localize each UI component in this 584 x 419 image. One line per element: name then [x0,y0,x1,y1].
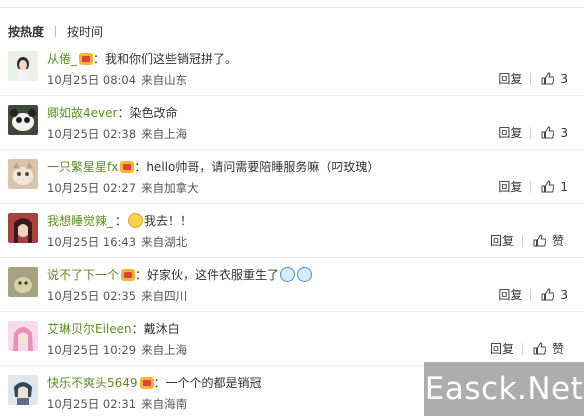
vip-badge-icon [121,268,136,281]
like-label: 赞 [551,234,564,248]
top-divider [0,7,584,8]
sort-by-hot-tab[interactable]: 按热度 [8,23,44,40]
comment-date: 10月25日 02:38 [47,127,137,141]
watermark-text: Easck.Net [424,371,584,407]
thumbs-up-icon [541,126,555,139]
sort-tabs: 按热度 按时间 [8,22,103,40]
like-button[interactable]: 3 [541,72,568,86]
comment-text: ：一个个的都是销冠 [153,376,262,390]
like-count: 3 [560,287,568,302]
username-link[interactable]: 快乐不爽头5649 [47,374,138,391]
sort-divider [55,25,57,37]
comment-date: 10月25日 02:31 [47,397,137,411]
thumbs-up-icon [533,234,546,247]
action-divider [530,180,532,193]
comment-date: 10月25日 02:27 [47,181,137,195]
comment-location: 来自上海 [141,127,188,141]
like-count: 3 [560,125,568,140]
avatar[interactable] [8,105,38,135]
comment-item: 我想睡觉辣_ ： 我去！！ 10月25日 16:43 来自湖北 回复 赞 [0,203,584,257]
like-count: 1 [560,179,568,194]
like-button[interactable]: 赞 [533,232,564,249]
doraemon-emoji-icon [297,267,313,282]
username-link[interactable]: 我想睡觉辣_ [47,212,113,229]
comment-location: 来自山东 [141,73,188,87]
action-divider [521,234,523,247]
like-count: 3 [560,71,568,86]
username-link[interactable]: 从倦_ [47,50,77,67]
like-button[interactable]: 3 [541,288,568,302]
avatar[interactable] [8,375,38,405]
username-link[interactable]: 说不了下一个 [47,266,119,283]
comment-text: 我去！！ [144,214,193,228]
comment-item: 从倦_ ：我和你们这些销冠拼了。 10月25日 08:04 来自山东 回复 3 [0,42,584,95]
thumbs-up-icon [541,288,555,301]
comment-date: 10月25日 08:04 [47,73,137,87]
like-button[interactable]: 赞 [533,340,564,357]
like-button[interactable]: 1 [541,180,568,194]
avatar[interactable] [8,321,38,351]
comment-location: 来自加拿大 [141,181,199,195]
comment-location: 来自上海 [141,343,188,357]
cat-emoji-icon [128,213,144,228]
action-divider [530,126,532,139]
comment-text: ：hello帅哥，请问需要陪睡服务嘛（叼玫瑰） [134,160,380,174]
sort-by-time-tab[interactable]: 按时间 [67,23,103,40]
action-divider [530,72,532,85]
comment-text: ：染色改命 [117,106,178,120]
comment-item: 艾琳贝尔Eileen ：戴沐白 10月25日 10:29 来自上海 回复 赞 [0,311,584,365]
reply-button[interactable]: 回复 [490,232,514,249]
username-link[interactable]: 一只繁星星fx [47,158,118,175]
action-divider [521,342,523,355]
reply-button[interactable]: 回复 [498,178,522,195]
comment-text: ：戴沐白 [131,322,180,336]
vip-badge-icon [79,52,94,65]
comment-date: 10月25日 16:43 [47,235,137,249]
action-divider [530,288,532,301]
like-button[interactable]: 3 [541,126,568,140]
doraemon-emoji-icon [280,267,296,282]
thumbs-up-icon [541,72,555,85]
comment-item: 说不了下一个 ：好家伙，这件衣服重生了 10月25日 02:35 来自四川 回复 … [0,257,584,311]
comment-location: 来自海南 [141,397,188,411]
reply-button[interactable]: 回复 [498,70,522,87]
comment-location: 来自湖北 [141,235,188,249]
reply-button[interactable]: 回复 [490,340,514,357]
colon-text: ： [115,214,128,228]
thumbs-up-icon [541,180,555,193]
reply-button[interactable]: 回复 [498,286,522,303]
like-label: 赞 [551,342,564,356]
vip-badge-icon [139,376,154,389]
site-watermark: Easck.Net [424,362,584,416]
comment-item: 一只繁星星fx ：hello帅哥，请问需要陪睡服务嘛（叼玫瑰） 10月25日 0… [0,149,584,203]
avatar[interactable] [8,51,38,81]
avatar[interactable] [8,267,38,297]
comment-item: 卿如故4ever ：染色改命 10月25日 02:38 来自上海 回复 3 [0,95,584,149]
comment-date: 10月25日 10:29 [47,343,137,357]
comment-date: 10月25日 02:35 [47,289,137,303]
vip-badge-icon [120,160,135,173]
comment-text: ：好家伙，这件衣服重生了 [135,268,280,282]
comment-location: 来自四川 [141,289,188,303]
thumbs-up-icon [533,342,546,355]
username-link[interactable]: 艾琳贝尔Eileen [47,320,132,337]
reply-button[interactable]: 回复 [498,124,522,141]
comment-text: ：我和你们这些销冠拼了。 [93,52,238,66]
avatar[interactable] [8,213,38,243]
username-link[interactable]: 卿如故4ever [47,104,117,121]
avatar[interactable] [8,159,38,189]
